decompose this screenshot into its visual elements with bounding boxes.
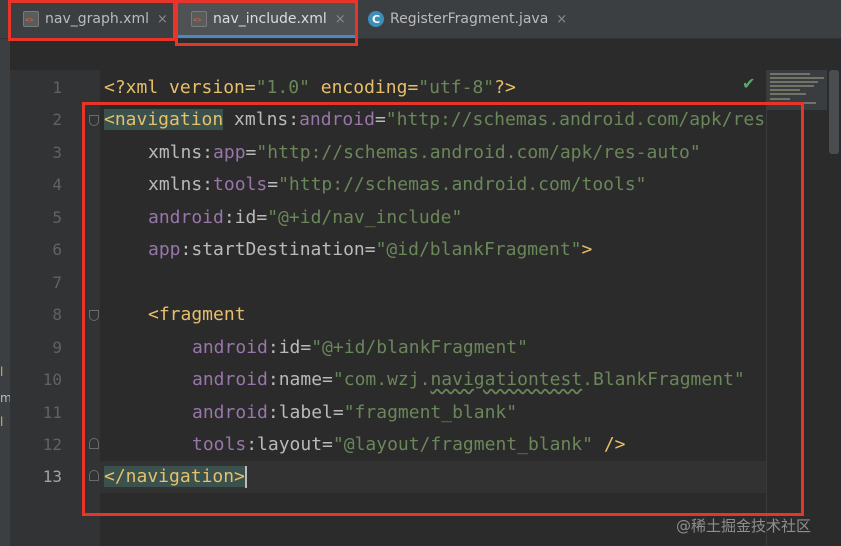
tag-close: >	[581, 239, 593, 260]
editor-top-spacer	[10, 39, 841, 70]
line-number[interactable]: 7	[10, 267, 62, 299]
tab-label: RegisterFragment.java	[390, 11, 549, 27]
attr-value: "@+id/blankFragment"	[311, 337, 528, 358]
namespace: tools	[192, 434, 247, 455]
tab-nav-include[interactable]: nav_include.xml ×	[178, 0, 356, 38]
panel-text-fragment: l	[0, 365, 4, 379]
line-number[interactable]: 8	[10, 299, 62, 331]
xml-declaration-end: ?>	[494, 77, 516, 98]
line-number[interactable]: 4	[10, 169, 62, 201]
line-number[interactable]: 11	[10, 397, 62, 429]
namespace: android	[148, 207, 224, 228]
attr-value: "utf-8"	[418, 77, 495, 98]
attr-value: "@layout/fragment_blank"	[332, 434, 593, 455]
line-number[interactable]: 3	[10, 137, 62, 169]
code-line: </navigation>	[104, 461, 247, 493]
xml-file-icon	[23, 11, 39, 27]
code-line: app:startDestination="@id/blankFragment"…	[148, 234, 592, 266]
xml-file-icon	[191, 11, 207, 27]
close-icon[interactable]: ×	[335, 12, 346, 27]
attr-name: :label=	[267, 402, 344, 423]
line-number[interactable]: 2	[10, 104, 62, 136]
attr-value: .BlankFragment"	[582, 369, 745, 390]
attr-name: xmlns:	[148, 174, 214, 195]
line-number-current[interactable]: 13	[10, 461, 62, 493]
project-panel-edge: l m l	[0, 39, 12, 546]
code-line: xmlns:app="http://schemas.android.com/ap…	[148, 137, 701, 169]
namespace: app	[148, 239, 181, 260]
tab-register-fragment[interactable]: C RegisterFragment.java ×	[362, 0, 592, 38]
code-line: android:name="com.wzj.navigationtest.Bla…	[192, 364, 745, 396]
attr-name: xmlns:	[223, 109, 300, 130]
fold-marker-icon[interactable]	[89, 310, 99, 321]
xml-declaration: <?xml version=	[104, 77, 256, 98]
namespace: android	[299, 109, 375, 130]
tab-nav-graph[interactable]: nav_graph.xml ×	[14, 0, 174, 38]
line-number[interactable]: 12	[10, 429, 62, 461]
attr-value: "http://schemas.android.com/apk/res/andr…	[385, 109, 766, 130]
editor-tab-bar: nav_graph.xml × nav_include.xml × C Regi…	[0, 0, 841, 39]
close-icon[interactable]: ×	[556, 12, 567, 27]
attr-value: "@+id/nav_include"	[267, 207, 463, 228]
namespace: android	[192, 337, 268, 358]
attr-name: :name=	[267, 369, 333, 390]
attr-name: :startDestination=	[180, 239, 376, 260]
code-line: xmlns:tools="http://schemas.android.com/…	[148, 169, 647, 201]
tag-open: <navigation	[104, 109, 224, 130]
namespace: android	[192, 402, 268, 423]
equals: =	[245, 142, 257, 163]
attr-value: "http://schemas.android.com/tools"	[278, 174, 647, 195]
tag-open: <fragment	[148, 304, 246, 325]
attr-name: :layout=	[246, 434, 333, 455]
attr-name: :id=	[223, 207, 268, 228]
watermark: @稀土掘金技术社区	[676, 517, 812, 535]
fold-marker-icon[interactable]	[89, 438, 99, 449]
namespace: tools	[213, 174, 268, 195]
fold-marker-icon[interactable]	[89, 470, 99, 481]
fold-marker-icon[interactable]	[89, 115, 99, 126]
namespace: app	[213, 142, 246, 163]
attr-value: "http://schemas.android.com/apk/res-auto…	[256, 142, 701, 163]
line-number[interactable]: 6	[10, 234, 62, 266]
code-editor[interactable]: <?xml version="1.0" encoding="utf-8"?> <…	[100, 70, 766, 546]
attr-name: encoding=	[309, 77, 419, 98]
text-caret	[244, 466, 247, 488]
code-line: tools:layout="@layout/fragment_blank" />	[192, 429, 626, 461]
code-line: <fragment	[148, 299, 246, 331]
vertical-scrollbar[interactable]	[829, 70, 839, 154]
code-line: android:id="@+id/blankFragment"	[192, 332, 528, 364]
tag-close: </navigation>	[104, 466, 245, 487]
close-icon[interactable]: ×	[157, 12, 168, 27]
tag-self-close: />	[592, 434, 626, 455]
java-class-icon: C	[368, 11, 384, 27]
attr-value: "@id/blankFragment"	[375, 239, 582, 260]
tab-label: nav_graph.xml	[45, 11, 149, 27]
equals: =	[267, 174, 279, 195]
line-number[interactable]: 1	[10, 72, 62, 104]
line-number[interactable]: 5	[10, 202, 62, 234]
code-line: android:label="fragment_blank"	[192, 397, 517, 429]
attr-value: "fragment_blank"	[343, 402, 518, 423]
code-line: <?xml version="1.0" encoding="utf-8"?>	[104, 72, 516, 104]
line-number[interactable]: 9	[10, 332, 62, 364]
equals: =	[374, 109, 386, 130]
panel-text-fragment: l	[0, 415, 4, 429]
namespace: android	[192, 369, 268, 390]
tab-label: nav_include.xml	[213, 11, 327, 27]
attr-value: "com.wzj.	[332, 369, 431, 390]
attr-value: "1.0"	[255, 77, 310, 98]
attr-name: xmlns:	[148, 142, 214, 163]
check-icon[interactable]: ✔	[742, 74, 755, 93]
code-line: <navigation xmlns:android="http://schema…	[104, 104, 766, 136]
right-margin-guide	[766, 70, 767, 546]
code-line: android:id="@+id/nav_include"	[148, 202, 462, 234]
attr-value-typo: navigationtest	[430, 369, 583, 390]
minimap[interactable]	[767, 70, 827, 110]
line-number[interactable]: 10	[10, 364, 62, 396]
attr-name: :id=	[267, 337, 312, 358]
